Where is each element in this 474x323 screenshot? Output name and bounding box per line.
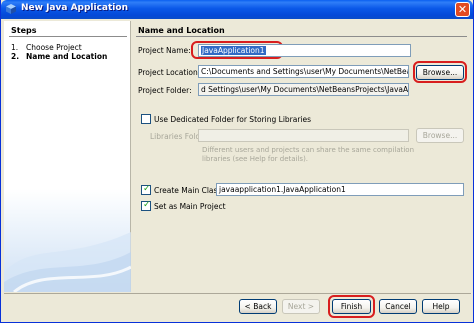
close-button[interactable]: ✕ [455,2,470,17]
project-folder-field[interactable]: d Settings\user\My Documents\NetBeansPro… [198,83,409,96]
checkmark-icon: ✓ [143,200,151,210]
finish-button[interactable]: Finish [332,299,371,314]
window-title: New Java Application [21,3,128,13]
set-main-project-checkbox[interactable]: ✓ [141,200,151,211]
libraries-description-line1: Different users and projects can share t… [202,146,415,154]
help-button[interactable]: Help [422,299,460,314]
netbeans-cube-icon [6,4,16,14]
create-main-class-label: Create Main Class [154,186,222,195]
step-name-and-location: 2. Name and Location [11,52,107,61]
section-divider [136,36,467,37]
steps-divider [9,36,127,37]
next-button[interactable]: Next > [282,299,320,314]
back-button[interactable]: < Back [239,299,277,314]
cancel-button[interactable]: Cancel [379,299,417,314]
project-location-label: Project Location: [138,68,201,77]
libraries-description-line2: libraries (see Help for details). [202,155,309,163]
close-icon: ✕ [457,3,468,16]
step-number: 2. [11,52,20,61]
project-location-input[interactable]: C:\Documents and Settings\user\My Docume… [198,65,409,78]
project-name-value: JavaApplication1 [201,46,266,55]
project-folder-value: d Settings\user\My Documents\NetBeansPro… [201,85,409,94]
step-number: 1. [11,43,19,52]
dedicated-libraries-checkbox[interactable] [141,114,151,124]
content-panel: Name and Location Project Name: JavaAppl… [132,21,471,292]
set-main-project-label: Set as Main Project [154,202,226,211]
title-bar[interactable]: New Java Application ✕ [1,0,473,19]
checkmark-icon: ✓ [143,184,151,194]
project-name-label: Project Name: [138,46,191,55]
create-main-class-checkbox[interactable]: ✓ [141,184,151,195]
browse-location-button[interactable]: Browse... [416,65,464,80]
step-label: Name and Location [26,52,108,61]
decorative-swirl-graphic [4,232,131,292]
main-class-value: javaapplication1.JavaApplication1 [219,185,346,194]
steps-header: Steps [11,26,37,35]
project-location-value: C:\Documents and Settings\user\My Docume… [201,67,408,76]
wizard-window: New Java Application ✕ Steps 1. Choose Pr… [0,0,474,323]
footer-divider [4,293,471,294]
browse-libraries-button[interactable]: Browse... [416,128,464,143]
libraries-folder-input[interactable] [198,129,409,142]
steps-panel: Steps 1. Choose Project 2. Name and Locati… [4,21,131,292]
project-folder-label: Project Folder: [138,86,192,95]
dedicated-libraries-label: Use Dedicated Folder for Storing Librari… [154,115,312,124]
project-name-input[interactable]: JavaApplication1 [198,44,411,57]
section-title: Name and Location [138,26,225,35]
step-label: Choose Project [26,43,82,52]
main-class-input[interactable]: javaapplication1.JavaApplication1 [216,183,464,196]
step-choose-project: 1. Choose Project [11,43,82,52]
